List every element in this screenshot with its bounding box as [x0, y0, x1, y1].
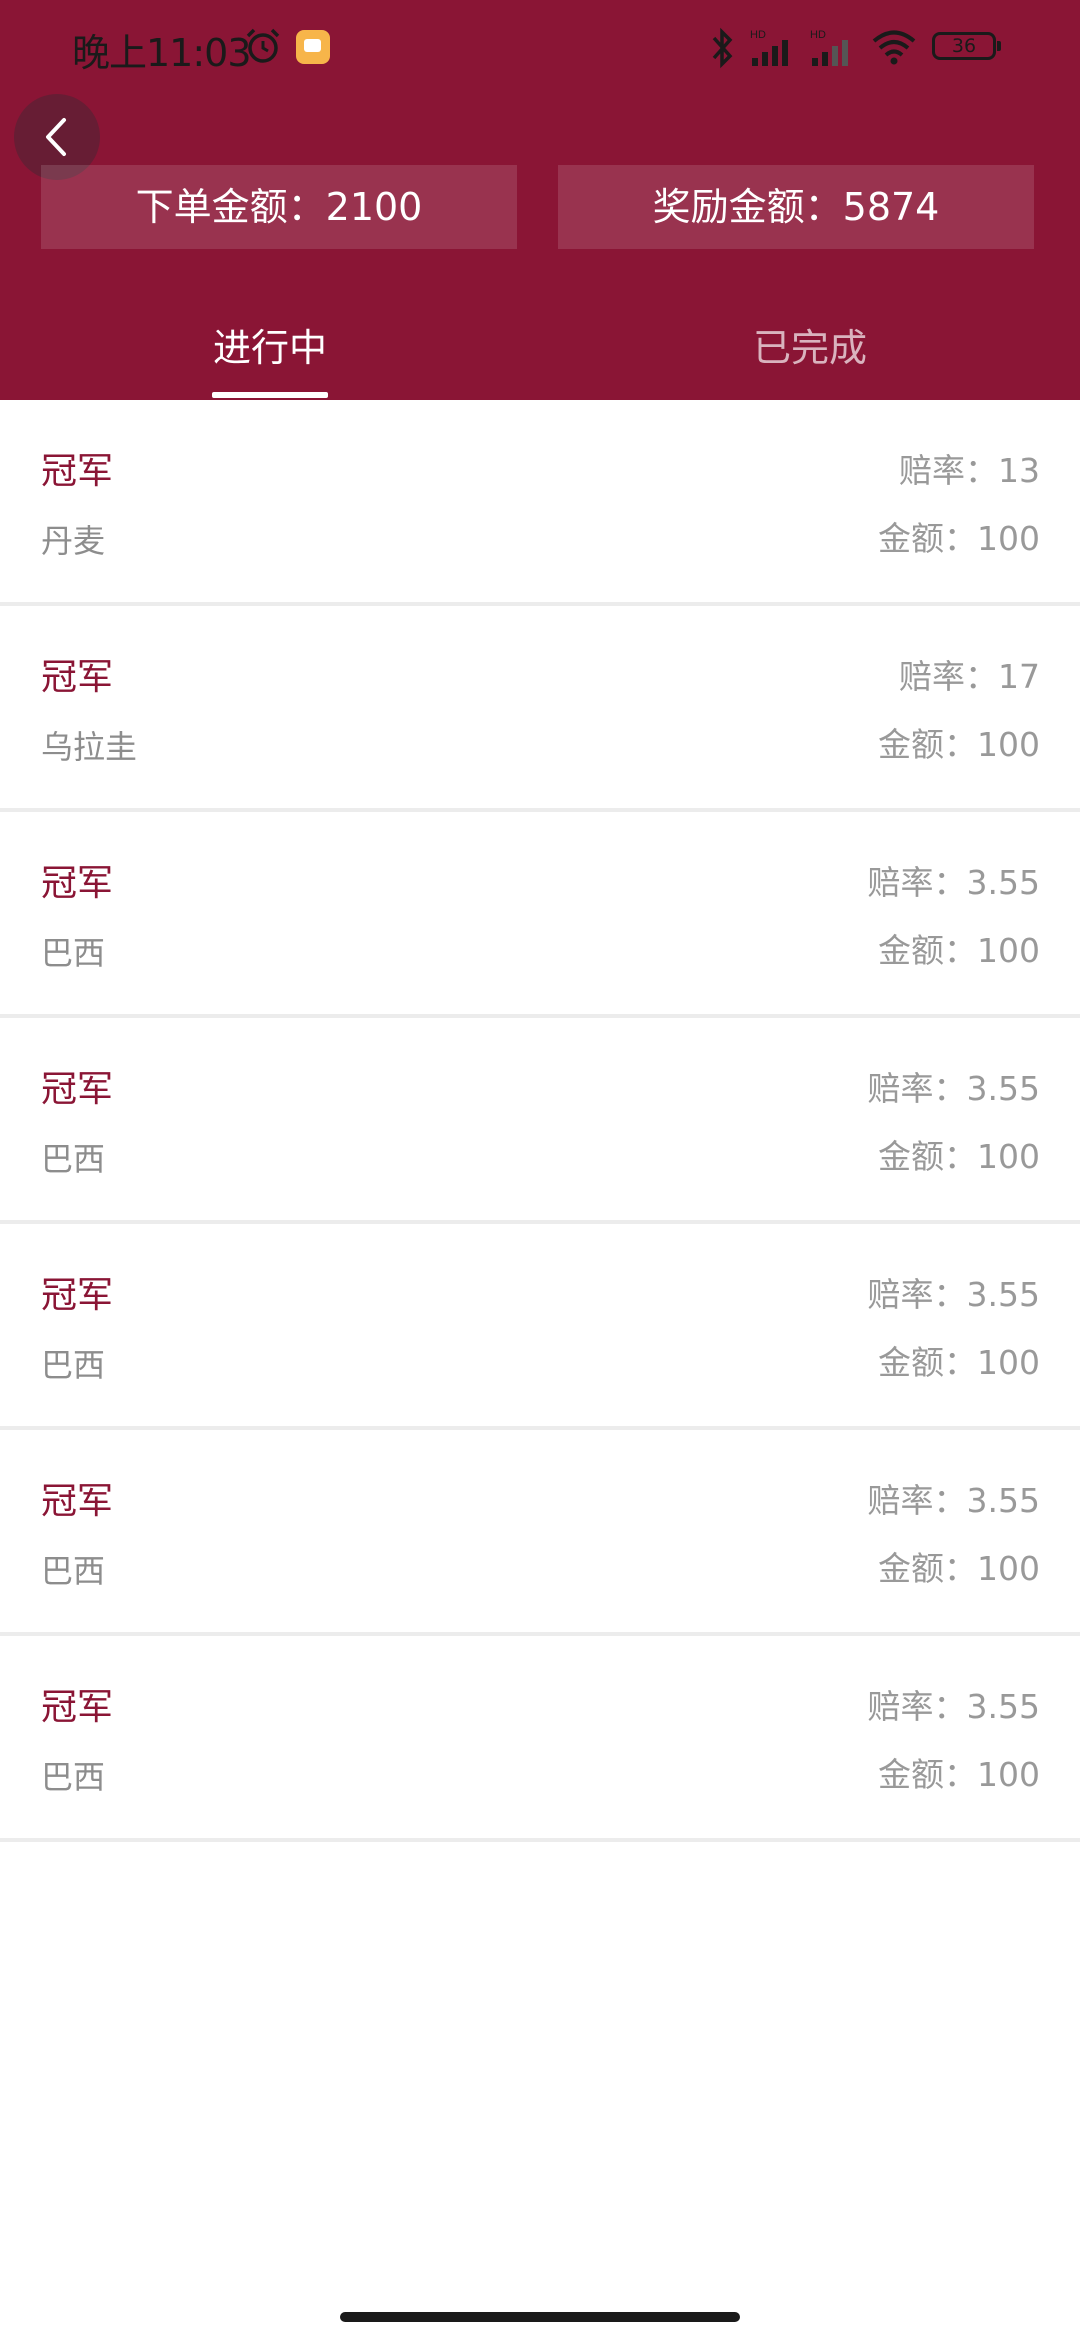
alarm-icon	[246, 28, 280, 63]
active-tab-indicator	[212, 392, 328, 398]
team-name: 巴西	[41, 934, 106, 972]
odds-value: 赔率：13	[899, 451, 1040, 490]
svg-text:HD: HD	[750, 29, 766, 41]
amount-value: 金额：100	[878, 725, 1040, 764]
tab-completed[interactable]: 已完成	[720, 318, 900, 378]
signal-icon-2: HD	[810, 29, 848, 66]
list-item[interactable]: 冠军 巴西 赔率：3.55 金额：100	[0, 812, 1080, 1018]
list-item[interactable]: 冠军 巴西 赔率：3.55 金额：100	[0, 1430, 1080, 1636]
amount-value: 金额：100	[878, 1755, 1040, 1794]
team-name: 巴西	[41, 1346, 106, 1384]
bluetooth-icon	[712, 27, 733, 69]
bet-type: 冠军	[41, 657, 114, 698]
notification-icon	[296, 30, 330, 64]
signal-icon: HD	[750, 29, 788, 66]
home-indicator[interactable]	[340, 2312, 740, 2322]
amount-value: 金额：100	[878, 1343, 1040, 1382]
status-bar: 晚上11:03 HD HD 36	[0, 0, 1080, 96]
tab-in-progress[interactable]: 进行中	[180, 318, 360, 378]
bet-type: 冠军	[41, 1275, 114, 1316]
amount-value: 金额：100	[878, 931, 1040, 970]
team-name: 巴西	[41, 1140, 106, 1178]
list-item[interactable]: 冠军 巴西 赔率：3.55 金额：100	[0, 1224, 1080, 1430]
list-item[interactable]: 冠军 丹麦 赔率：13 金额：100	[0, 400, 1080, 606]
odds-value: 赔率：3.55	[867, 1481, 1040, 1520]
battery-icon: 36	[932, 32, 1001, 60]
amount-value: 金额：100	[878, 1137, 1040, 1176]
wifi-icon	[872, 30, 916, 65]
list-item[interactable]: 冠军 乌拉圭 赔率：17 金额：100	[0, 606, 1080, 812]
header: 晚上11:03 HD HD 36 下单金额：2100 奖励金额：5874 进行中…	[0, 0, 1080, 400]
bet-type: 冠军	[41, 1069, 114, 1110]
odds-value: 赔率：3.55	[867, 863, 1040, 902]
amount-value: 金额：100	[878, 1549, 1040, 1588]
svg-text:HD: HD	[810, 29, 826, 41]
order-amount-summary: 下单金额：2100	[41, 165, 517, 249]
odds-value: 赔率：17	[899, 657, 1040, 696]
reward-amount-summary: 奖励金额：5874	[558, 165, 1034, 249]
odds-value: 赔率：3.55	[867, 1687, 1040, 1726]
odds-value: 赔率：3.55	[867, 1275, 1040, 1314]
amount-value: 金额：100	[878, 519, 1040, 558]
status-time: 晚上11:03	[72, 31, 252, 75]
team-name: 巴西	[41, 1552, 106, 1590]
team-name: 巴西	[41, 1758, 106, 1796]
bet-type: 冠军	[41, 863, 114, 904]
back-arrow-icon	[46, 118, 66, 156]
team-name: 丹麦	[41, 522, 106, 560]
bet-type: 冠军	[41, 1687, 114, 1728]
order-list: 冠军 丹麦 赔率：13 金额：100 冠军 乌拉圭 赔率：17 金额：100 冠…	[0, 400, 1080, 1842]
list-item[interactable]: 冠军 巴西 赔率：3.55 金额：100	[0, 1636, 1080, 1842]
team-name: 乌拉圭	[41, 728, 138, 766]
list-item[interactable]: 冠军 巴西 赔率：3.55 金额：100	[0, 1018, 1080, 1224]
bet-type: 冠军	[41, 451, 114, 492]
bet-type: 冠军	[41, 1481, 114, 1522]
odds-value: 赔率：3.55	[867, 1069, 1040, 1108]
